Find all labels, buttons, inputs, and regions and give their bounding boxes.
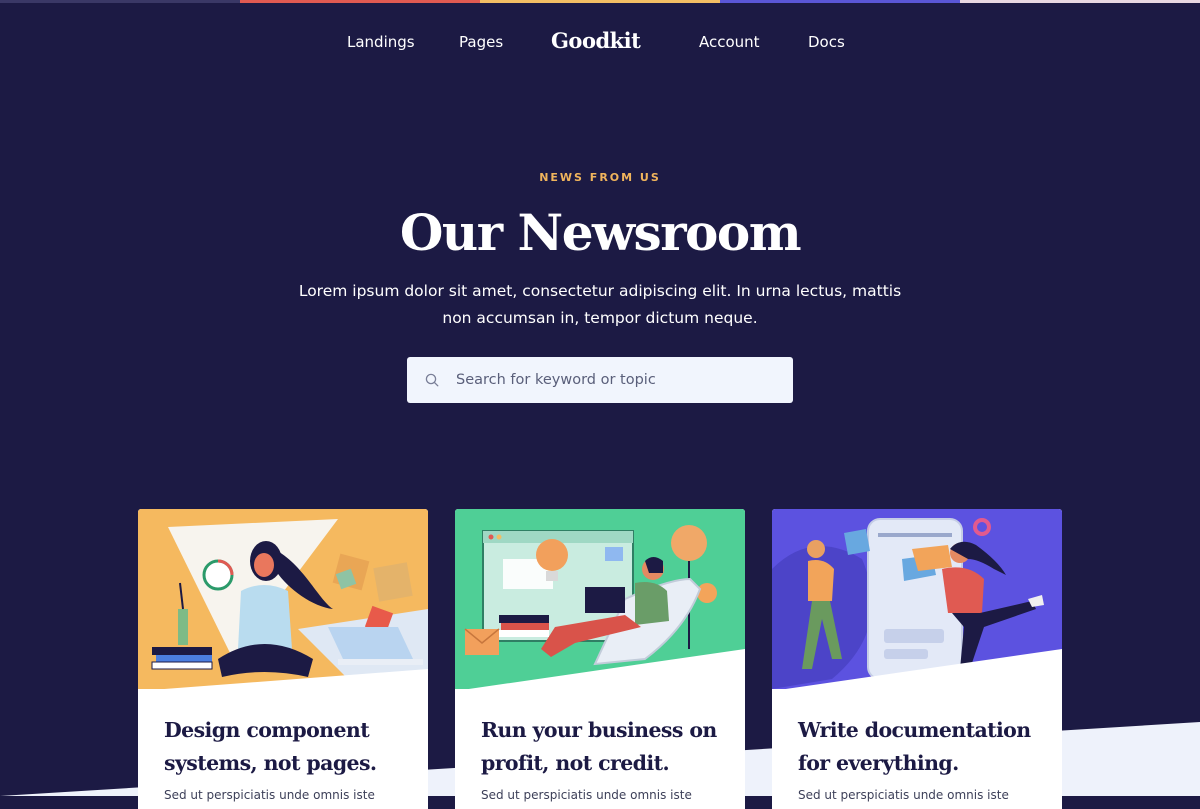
article-card[interactable]: Design component systems, not pages. Sed… — [138, 509, 428, 809]
card-excerpt: Sed ut perspiciatis unde omnis iste — [481, 788, 692, 802]
card-excerpt: Sed ut perspiciatis unde omnis iste — [798, 788, 1009, 802]
card-diagonal-edge — [138, 669, 428, 699]
article-card[interactable]: Write documentation for everything. Sed … — [772, 509, 1062, 809]
card-title[interactable]: Design component systems, not pages. — [164, 714, 409, 780]
page-title: Our Newsroom — [399, 203, 802, 262]
nav-link-docs[interactable]: Docs — [808, 33, 845, 51]
hero-eyebrow: NEWS FROM US — [539, 171, 661, 184]
nav-link-account[interactable]: Account — [699, 33, 760, 51]
woman-meditating-illustration — [138, 509, 428, 689]
brand-logo[interactable]: Goodkit — [551, 28, 641, 53]
search-icon — [424, 372, 440, 388]
search-input[interactable] — [454, 371, 768, 389]
card-title[interactable]: Write documentation for everything. — [798, 714, 1043, 780]
card-excerpt: Sed ut perspiciatis unde omnis iste — [164, 788, 375, 802]
article-card[interactable]: Run your business on profit, not credit.… — [455, 509, 745, 809]
hero-subtitle: Lorem ipsum dolor sit amet, consectetur … — [298, 282, 902, 327]
nav-link-pages[interactable]: Pages — [459, 33, 503, 51]
nav-link-landings[interactable]: Landings — [347, 33, 415, 51]
search-bar[interactable] — [407, 357, 793, 403]
card-diagonal-edge — [455, 649, 745, 699]
card-title[interactable]: Run your business on profit, not credit. — [481, 714, 726, 780]
top-navigation: Landings Pages Goodkit Account Docs — [0, 0, 1200, 86]
card-diagonal-edge — [772, 649, 1062, 699]
